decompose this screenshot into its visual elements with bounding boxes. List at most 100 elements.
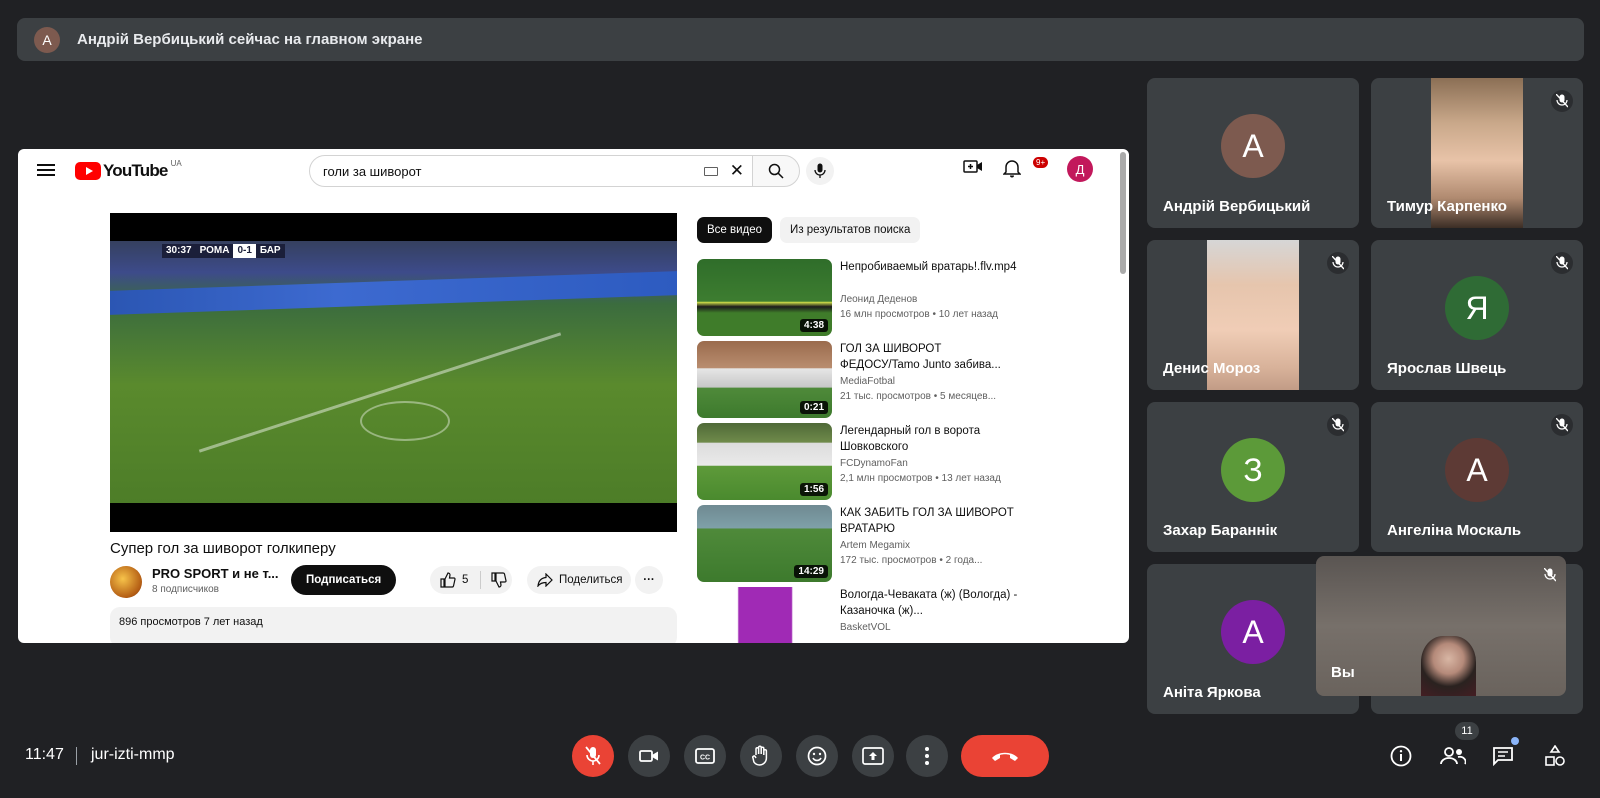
- chat-button[interactable]: [1489, 742, 1517, 770]
- recommendation-item[interactable]: 1:56 Легендарный гол в ворота Шовковског…: [697, 423, 1107, 500]
- keyboard-icon[interactable]: [703, 166, 718, 176]
- self-view[interactable]: Вы: [1316, 556, 1566, 696]
- info-icon: [1390, 745, 1412, 767]
- people-button[interactable]: [1439, 742, 1467, 770]
- rec-channel[interactable]: FCDynamoFan: [840, 458, 908, 469]
- voice-search-button[interactable]: [806, 157, 834, 185]
- rec-channel[interactable]: BasketVOL: [840, 622, 891, 633]
- presentation-banner-text: Андрій Вербицький сейчас на главном экра…: [77, 31, 423, 48]
- share-icon: [537, 573, 553, 587]
- captions-button[interactable]: CC: [684, 735, 726, 777]
- hangup-icon: [992, 752, 1018, 761]
- rec-channel[interactable]: Леонид Деденов: [840, 294, 917, 305]
- present-screen-button[interactable]: [852, 735, 894, 777]
- participant-tile[interactable]: Тимур Карпенко: [1371, 78, 1583, 228]
- participant-name: Андрій Вербицький: [1163, 198, 1311, 215]
- mic-toggle-button[interactable]: [572, 735, 614, 777]
- menu-icon[interactable]: [37, 161, 55, 179]
- activities-button[interactable]: [1541, 742, 1569, 770]
- rec-title[interactable]: Непробиваемый вратарь!.flv.mp4: [840, 259, 1018, 275]
- rec-title[interactable]: Вологда-Чеваката (ж) (Вологда) - Казаноч…: [840, 587, 1018, 619]
- score-home: РОМА: [195, 244, 234, 258]
- scoreboard: 30:37 РОМА 0-1 БАР: [162, 244, 285, 258]
- recommendation-item[interactable]: Вологда-Чеваката (ж) (Вологда) - Казаноч…: [697, 587, 1107, 643]
- chat-icon: [1493, 747, 1513, 766]
- score-away: БАР: [255, 244, 285, 258]
- like-dislike-group: 5: [430, 566, 512, 594]
- participant-avatar: З: [1221, 438, 1285, 502]
- emoji-icon: [807, 746, 827, 766]
- clear-icon[interactable]: ✕: [730, 161, 744, 181]
- video-thumbnail[interactable]: 14:29: [697, 505, 832, 582]
- rec-title[interactable]: ГОЛ ЗА ШИВОРОТ ФЕДОСУ/Tamo Junto забива.…: [840, 341, 1018, 373]
- rec-channel[interactable]: MediaFotbal: [840, 376, 895, 387]
- video-player[interactable]: 30:37 РОМА 0-1 БАР: [110, 213, 677, 532]
- participant-avatar: А: [1221, 600, 1285, 664]
- create-video-icon[interactable]: [963, 158, 983, 181]
- dislike-icon[interactable]: [491, 572, 508, 588]
- score-time: 30:37: [162, 244, 196, 258]
- notifications-bell-icon[interactable]: [1002, 158, 1022, 183]
- meeting-info-button[interactable]: [1387, 742, 1415, 770]
- present-icon: [862, 747, 884, 765]
- subscribe-button[interactable]: Подписаться: [291, 565, 397, 595]
- account-avatar[interactable]: Д: [1067, 156, 1093, 182]
- video-duration: 14:29: [794, 565, 828, 578]
- chip-from-search[interactable]: Из результатов поиска: [780, 217, 921, 243]
- search-input[interactable]: голи за шиворот: [323, 164, 704, 179]
- like-icon[interactable]: [440, 572, 456, 588]
- channel-avatar[interactable]: [110, 566, 142, 598]
- share-label: Поделиться: [559, 574, 623, 586]
- rec-title[interactable]: Легендарный гол в ворота Шовковского: [840, 423, 1018, 455]
- pitch-circle: [360, 401, 450, 441]
- meeting-code: jur-izti-mmp: [91, 746, 175, 763]
- participant-tile[interactable]: З Захар Бараннік: [1147, 402, 1359, 552]
- people-icon: [1440, 747, 1466, 765]
- rec-meta: 2,1 млн просмотров • 13 лет назад: [840, 473, 1001, 484]
- mic-off-icon: [1551, 414, 1573, 436]
- participant-name: Ангеліна Москаль: [1387, 522, 1522, 539]
- shared-screen: YouTube UA голи за шиворот ✕ 9+ Д 30:37 …: [18, 149, 1129, 643]
- participant-tile[interactable]: Я Ярослав Швець: [1371, 240, 1583, 390]
- chip-all-videos[interactable]: Все видео: [697, 217, 773, 243]
- search-button[interactable]: [752, 155, 800, 187]
- divider: [76, 747, 77, 765]
- scrollbar[interactable]: [1120, 152, 1126, 274]
- chat-notification-dot: [1511, 737, 1519, 745]
- mic-off-icon: [1551, 252, 1573, 274]
- video-thumbnail[interactable]: 1:56: [697, 423, 832, 500]
- mic-icon: [814, 163, 826, 178]
- participant-avatar: А: [1445, 438, 1509, 502]
- rec-title[interactable]: КАК ЗАБИТЬ ГОЛ ЗА ШИВОРОТ ВРАТАРЮ: [840, 505, 1018, 537]
- description-box[interactable]: 896 просмотров 7 лет назад: [110, 607, 677, 643]
- recommendation-item[interactable]: 14:29 КАК ЗАБИТЬ ГОЛ ЗА ШИВОРОТ ВРАТАРЮ …: [697, 505, 1107, 582]
- share-button[interactable]: Поделиться: [527, 566, 631, 594]
- camera-icon: [639, 750, 658, 762]
- search-box[interactable]: голи за шиворот ✕: [309, 155, 753, 187]
- participant-avatar: А: [1221, 114, 1285, 178]
- participant-name: Захар Бараннік: [1163, 522, 1278, 539]
- rec-channel[interactable]: Artem Megamix: [840, 540, 910, 551]
- more-options-button[interactable]: [906, 735, 948, 777]
- mic-off-icon: [1327, 414, 1349, 436]
- more-actions-button[interactable]: ···: [635, 566, 663, 594]
- participant-tile[interactable]: А Ангеліна Москаль: [1371, 402, 1583, 552]
- reactions-button[interactable]: [796, 735, 838, 777]
- camera-toggle-button[interactable]: [628, 735, 670, 777]
- recommendation-item[interactable]: 4:38 Непробиваемый вратарь!.flv.mp4 Леон…: [697, 259, 1107, 336]
- video-thumbnail[interactable]: 0:21: [697, 341, 832, 418]
- video-thumbnail[interactable]: 4:38: [697, 259, 832, 336]
- participant-tile[interactable]: Денис Мороз: [1147, 240, 1359, 390]
- video-duration: 0:21: [799, 401, 828, 414]
- leave-call-button[interactable]: [961, 735, 1049, 777]
- ad-board: [110, 271, 677, 315]
- presenter-avatar: А: [34, 26, 60, 53]
- raise-hand-button[interactable]: [740, 735, 782, 777]
- presentation-banner: А Андрій Вербицький сейчас на главном эк…: [17, 18, 1584, 61]
- participant-tile[interactable]: А Андрій Вербицький: [1147, 78, 1359, 228]
- recommendation-item[interactable]: 0:21 ГОЛ ЗА ШИВОРОТ ФЕДОСУ/Tamo Junto за…: [697, 341, 1107, 418]
- channel-name[interactable]: PRO SPORT и не т...: [152, 566, 279, 581]
- youtube-logo[interactable]: YouTube UA: [75, 159, 182, 181]
- participant-name: Аніта Яркова: [1163, 684, 1261, 701]
- video-thumbnail[interactable]: [697, 587, 832, 643]
